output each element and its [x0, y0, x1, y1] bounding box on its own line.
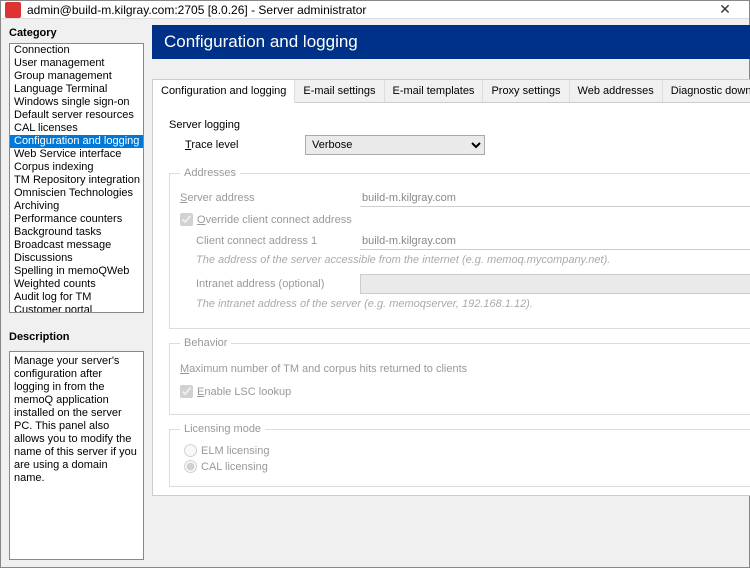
category-item[interactable]: Corpus indexing	[10, 161, 143, 174]
tab[interactable]: Configuration and logging	[153, 80, 295, 103]
tab[interactable]: Diagnostic downloads	[663, 80, 750, 102]
override-label: Override client connect address	[197, 214, 352, 226]
category-item[interactable]: Default server resources	[10, 109, 143, 122]
behavior-legend: Behavior	[180, 337, 231, 349]
category-item[interactable]: Performance counters	[10, 213, 143, 226]
trace-level-select[interactable]: Verbose	[305, 135, 485, 155]
description-label: Description	[9, 329, 144, 345]
tab[interactable]: Proxy settings	[483, 80, 569, 102]
window-title: admin@build-m.kilgray.com:2705 [8.0.26] …	[27, 3, 705, 17]
titlebar: admin@build-m.kilgray.com:2705 [8.0.26] …	[1, 1, 749, 19]
cal-radio	[184, 460, 197, 473]
licensing-legend: Licensing mode	[180, 423, 265, 435]
category-item[interactable]: User management	[10, 57, 143, 70]
category-item[interactable]: Weighted counts	[10, 278, 143, 291]
elm-label: ELM licensing	[201, 445, 269, 457]
intranet-address-help: The intranet address of the server (e.g.…	[196, 298, 750, 310]
tab[interactable]: E-mail settings	[295, 80, 384, 102]
category-item[interactable]: TM Repository integration	[10, 174, 143, 187]
enable-lsc-label: Enable LSC lookup	[197, 386, 291, 398]
addresses-legend: Addresses	[180, 167, 240, 179]
description-box: Manage your server's configuration after…	[9, 351, 144, 560]
server-admin-window: admin@build-m.kilgray.com:2705 [8.0.26] …	[0, 0, 750, 568]
right-panel: Configuration and logging Configuration …	[152, 25, 750, 560]
category-item[interactable]: Audit log for TM	[10, 291, 143, 304]
tabs-row: Configuration and loggingE-mail settings…	[153, 80, 750, 103]
trace-level-label: Trace level	[185, 139, 305, 151]
app-icon	[5, 2, 21, 18]
page-title: Configuration and logging	[152, 25, 750, 59]
client-address-label: Client connect address 1	[196, 235, 360, 247]
client-address-help: The address of the server accessible fro…	[196, 254, 750, 266]
addresses-group: Addresses Server address Override client…	[169, 167, 750, 329]
intranet-address-field	[360, 274, 750, 294]
client-address-field	[360, 232, 750, 250]
tab[interactable]: E-mail templates	[385, 80, 484, 102]
category-item[interactable]: Connection	[10, 44, 143, 57]
override-checkbox	[180, 213, 193, 226]
category-item[interactable]: Spelling in memoQWeb	[10, 265, 143, 278]
tab-body: Server logging Trace level Verbose Addre…	[153, 103, 750, 495]
server-address-label: Server address	[180, 192, 360, 204]
category-item[interactable]: Group management	[10, 70, 143, 83]
category-item[interactable]: Background tasks	[10, 226, 143, 239]
server-logging-group: Server logging Trace level Verbose	[169, 119, 750, 159]
category-item[interactable]: Windows single sign-on	[10, 96, 143, 109]
close-icon[interactable]: ✕	[705, 1, 745, 18]
category-item[interactable]: Broadcast message	[10, 239, 143, 252]
intranet-address-label: Intranet address (optional)	[196, 278, 360, 290]
category-item[interactable]: CAL licenses	[10, 122, 143, 135]
enable-lsc-checkbox	[180, 385, 193, 398]
server-address-field	[360, 189, 750, 207]
category-item[interactable]: Configuration and logging	[10, 135, 143, 148]
category-item[interactable]: Archiving	[10, 200, 143, 213]
licensing-group: Licensing mode ELM licensing CAL licensi…	[169, 423, 750, 487]
category-label: Category	[9, 25, 144, 41]
category-item[interactable]: Customer portal	[10, 304, 143, 313]
category-item[interactable]: Omniscien Technologies	[10, 187, 143, 200]
left-panel: Category ConnectionUser managementGroup …	[9, 25, 144, 560]
max-hits-label: Maximum number of TM and corpus hits ret…	[180, 363, 750, 375]
tab[interactable]: Web addresses	[570, 80, 663, 102]
server-logging-legend: Server logging	[169, 119, 750, 131]
category-item[interactable]: Language Terminal	[10, 83, 143, 96]
cal-label: CAL licensing	[201, 461, 268, 473]
category-list[interactable]: ConnectionUser managementGroup managemen…	[9, 43, 144, 313]
elm-radio	[184, 444, 197, 457]
tabs-container: Configuration and loggingE-mail settings…	[152, 79, 750, 496]
category-item[interactable]: Web Service interface	[10, 148, 143, 161]
behavior-group: Behavior Maximum number of TM and corpus…	[169, 337, 750, 415]
category-item[interactable]: Discussions	[10, 252, 143, 265]
